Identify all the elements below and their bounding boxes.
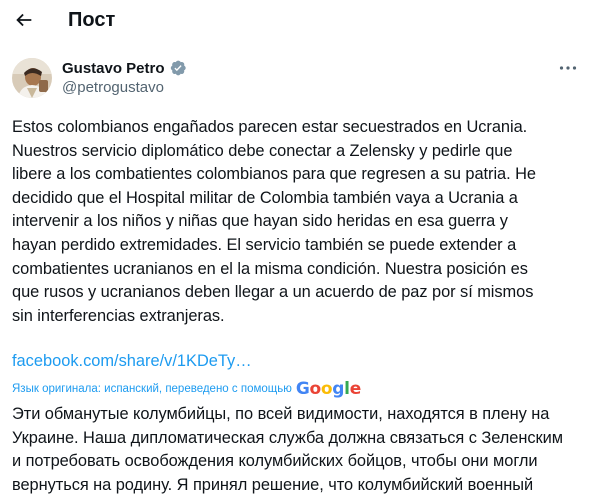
avatar[interactable] xyxy=(12,58,52,98)
back-button[interactable] xyxy=(10,6,38,34)
post-text: Estos colombianos engañados parecen esta… xyxy=(12,118,536,325)
translation-note[interactable]: Язык оригинала: испанский, переведено с … xyxy=(12,379,361,399)
verified-badge-icon xyxy=(170,60,186,76)
avatar-image xyxy=(12,58,52,98)
author-row: Gustavo Petro xyxy=(62,58,187,78)
more-horizontal-icon xyxy=(559,66,577,70)
author-handle[interactable]: @petrogustavo xyxy=(62,79,164,96)
translation-label: Язык оригинала: испанский, переведено с … xyxy=(12,383,292,395)
google-logo: Google xyxy=(295,379,361,399)
top-bar: Пост xyxy=(0,0,593,42)
arrow-left-icon xyxy=(16,13,32,27)
translated-text: Эти обманутые колумбийцы, по всей видимо… xyxy=(12,405,563,494)
more-options-button[interactable] xyxy=(555,58,581,78)
author-name[interactable]: Gustavo Petro xyxy=(62,60,165,77)
page-title: Пост xyxy=(68,9,116,31)
post-link[interactable]: facebook.com/share/v/1KDeTy… xyxy=(12,350,252,373)
